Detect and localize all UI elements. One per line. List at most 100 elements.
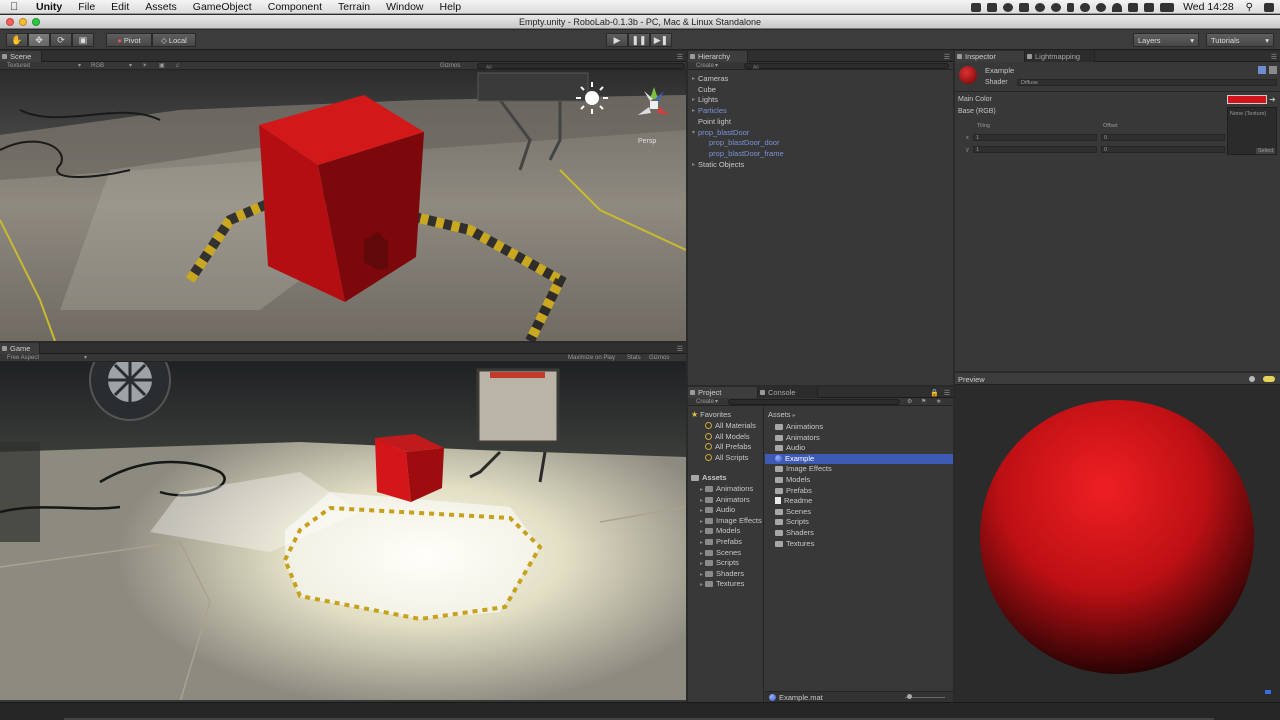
sync-icon[interactable]	[1035, 2, 1046, 12]
tiling-x-field[interactable]: 1	[973, 134, 1097, 141]
asset-item[interactable]: Textures	[765, 539, 953, 549]
main-color-swatch[interactable]	[1227, 95, 1267, 104]
record-icon[interactable]	[1003, 2, 1014, 12]
help-icon[interactable]	[1258, 66, 1266, 74]
tab-inspector[interactable]: Inspector	[955, 51, 1025, 62]
expand-arrow-icon[interactable]: ▸	[700, 582, 703, 588]
hierarchy-item[interactable]: Cube	[698, 85, 716, 94]
lighting-toggle-icon[interactable]: ☀	[142, 62, 147, 70]
spotlight-icon[interactable]: ⚲	[1246, 2, 1253, 13]
local-button[interactable]: ◇ Local	[152, 33, 196, 47]
hierarchy-item[interactable]: ▸ Cameras	[692, 74, 728, 83]
asset-item[interactable]: Animators	[765, 433, 953, 443]
rotate-tool-button[interactable]: ⟳	[50, 33, 72, 47]
tab-console[interactable]: Console	[758, 387, 818, 398]
panel-menu-icon[interactable]: ☰	[944, 53, 950, 61]
expand-arrow-icon[interactable]: ▸	[700, 540, 703, 546]
offset-x-field[interactable]: 0	[1101, 134, 1225, 141]
preview-light-icon[interactable]	[1263, 376, 1275, 382]
expand-arrow-icon[interactable]: ▸	[692, 75, 695, 82]
hierarchy-create-dropdown[interactable]: Create	[696, 62, 714, 70]
asset-folder-item[interactable]: ▸ Shaders	[700, 569, 744, 579]
menu-gameobject[interactable]: GameObject	[185, 0, 260, 14]
hierarchy-item[interactable]: ▸ Static Objects	[692, 160, 744, 169]
project-search-input[interactable]	[728, 399, 900, 405]
menu-assets[interactable]: Assets	[137, 0, 185, 14]
favorites-header[interactable]: ★ Favorites	[691, 410, 731, 420]
breadcrumb[interactable]: Assets ▸	[768, 410, 796, 420]
asset-item[interactable]: Shaders	[765, 528, 953, 538]
camera-icon[interactable]	[971, 2, 982, 12]
tab-scene[interactable]: Scene	[0, 51, 42, 62]
asset-folder-item[interactable]: ▸ Image Effects	[700, 516, 762, 526]
menu-edit[interactable]: Edit	[103, 0, 137, 14]
menu-file[interactable]: File	[70, 0, 103, 14]
dropbox-icon[interactable]	[1019, 2, 1030, 12]
lock-icon[interactable]: 🔒	[930, 389, 939, 397]
expand-arrow-icon[interactable]: ▸	[692, 161, 695, 168]
volume-icon[interactable]	[1144, 2, 1155, 12]
asset-item[interactable]: Readme	[765, 496, 953, 506]
favorite-star-icon[interactable]: ★	[936, 398, 941, 406]
evernote-icon[interactable]	[987, 2, 998, 12]
expand-arrow-icon[interactable]: ▸	[700, 519, 703, 525]
expand-arrow-icon[interactable]: ▸	[692, 96, 695, 103]
layers-dropdown[interactable]: Layers ▾	[1133, 33, 1199, 47]
favorite-item[interactable]: All Models	[705, 432, 750, 442]
stats-toggle[interactable]: Stats	[627, 354, 641, 362]
step-button[interactable]: ▶❚	[650, 33, 672, 47]
scene-gizmos-dropdown[interactable]: Gizmos	[440, 62, 460, 70]
expand-arrow-icon[interactable]: ▸	[700, 529, 703, 535]
game-viewport[interactable]	[0, 362, 686, 700]
hierarchy-item[interactable]: ▸ Particles	[692, 106, 727, 115]
favorite-item[interactable]: All Scripts	[705, 453, 748, 463]
play-button[interactable]: ▶	[606, 33, 628, 47]
asset-folder-item[interactable]: ▸ Models	[700, 526, 740, 536]
scale-tool-button[interactable]: ▣	[72, 33, 94, 47]
menu-terrain[interactable]: Terrain	[330, 0, 378, 14]
menubar-clock[interactable]: Wed 14:28	[1183, 1, 1234, 13]
asset-folder-item[interactable]: ▸ Prefabs	[700, 537, 742, 547]
asset-item[interactable]: Models	[765, 475, 953, 485]
menu-component[interactable]: Component	[260, 0, 330, 14]
render-mode-dropdown[interactable]: Textured	[7, 62, 30, 70]
zoom-window-button[interactable]	[32, 18, 40, 26]
asset-folder-item[interactable]: ▸ Scripts	[700, 558, 739, 568]
battery-icon[interactable]	[1160, 2, 1175, 12]
hierarchy-item[interactable]: Point light	[698, 117, 731, 126]
game-gizmos-dropdown[interactable]: Gizmos	[649, 354, 669, 362]
audio-toggle-icon[interactable]: ♫	[175, 62, 180, 70]
tab-lightmapping[interactable]: Lightmapping	[1025, 51, 1095, 62]
menu-app[interactable]: Unity	[28, 0, 70, 14]
asset-item[interactable]: Example	[765, 453, 953, 464]
tutorials-dropdown[interactable]: Tutorials ▾	[1206, 33, 1274, 47]
aspect-dropdown[interactable]: Free Aspect	[7, 354, 39, 362]
asset-item[interactable]: Scenes	[765, 507, 953, 517]
cloud-icon[interactable]	[1080, 2, 1091, 12]
expand-arrow-icon[interactable]: ▸	[700, 572, 703, 578]
tiling-y-field[interactable]: 1	[973, 146, 1097, 153]
tab-hierarchy[interactable]: Hierarchy	[688, 51, 748, 62]
expand-arrow-icon[interactable]: ▸	[692, 107, 695, 114]
tab-project[interactable]: Project	[688, 387, 758, 398]
asset-item[interactable]: Scripts	[765, 517, 953, 527]
panel-menu-icon[interactable]: ☰	[1271, 53, 1277, 61]
hierarchy-item[interactable]: prop_blastDoor_door	[709, 138, 779, 147]
filter-type-icon[interactable]: ⚙	[907, 398, 912, 406]
asset-folder-item[interactable]: ▸ Animators	[700, 495, 750, 505]
texture-slot[interactable]: None (Texture) Select	[1227, 107, 1277, 155]
panel-menu-icon[interactable]: ☰	[677, 53, 683, 61]
hierarchy-item[interactable]: ▸ Lights	[692, 95, 718, 104]
assets-root[interactable]: Assets	[691, 473, 727, 483]
panel-menu-icon[interactable]: ☰	[677, 345, 683, 353]
gear-icon[interactable]	[1269, 66, 1277, 74]
persp-label[interactable]: Persp	[638, 138, 656, 145]
apple-icon[interactable]: 	[10, 1, 28, 13]
expand-arrow-icon[interactable]: ▸	[700, 508, 703, 514]
asset-folder-item[interactable]: ▸ Scenes	[700, 548, 741, 558]
tab-game[interactable]: Game	[0, 343, 40, 354]
notification-icon[interactable]	[1264, 2, 1274, 12]
time-machine-icon[interactable]	[1051, 2, 1062, 12]
menu-help[interactable]: Help	[432, 0, 470, 14]
project-create-dropdown[interactable]: Create	[696, 398, 714, 406]
